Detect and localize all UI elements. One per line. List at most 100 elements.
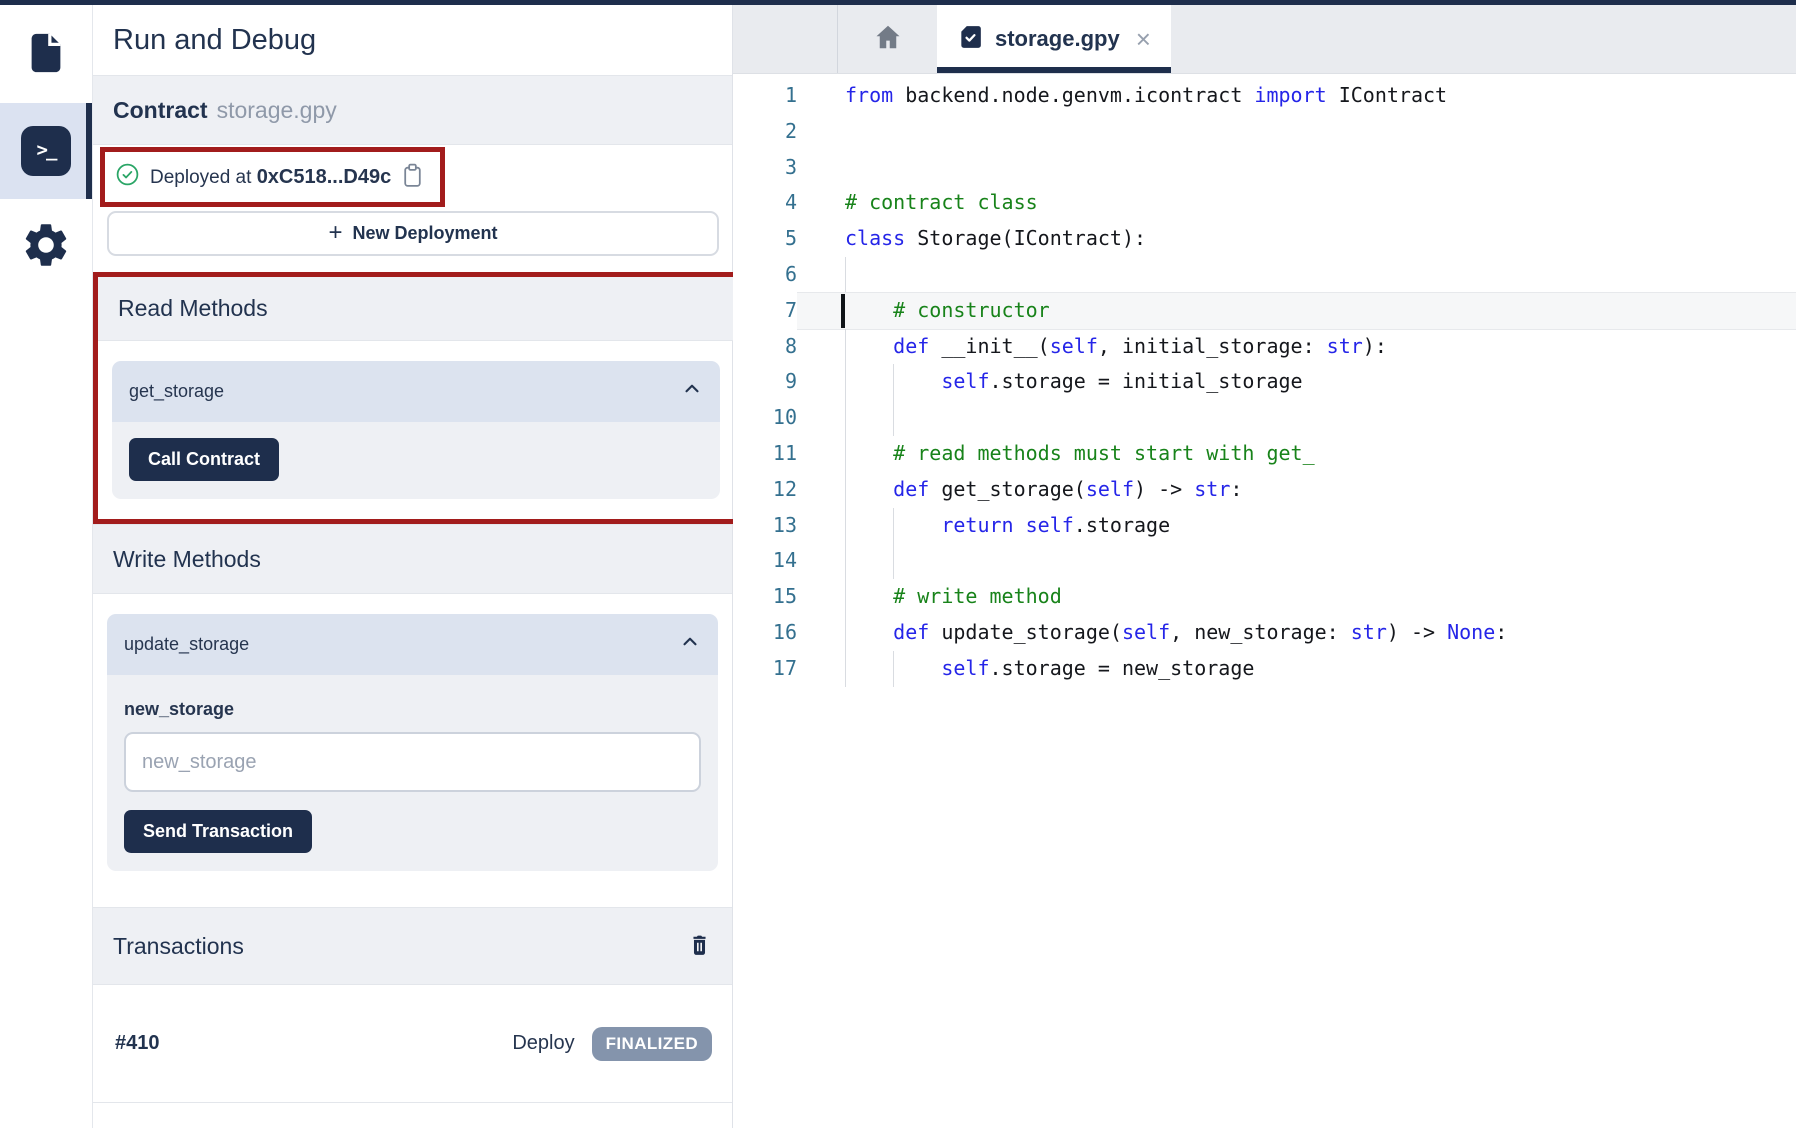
tab-label: storage.gpy xyxy=(995,26,1120,52)
line-content[interactable]: def get_storage(self) -> str: xyxy=(797,472,1796,508)
annotation-box-read-methods: Read Methods get_storage Call Contract xyxy=(93,272,739,524)
code-line[interactable]: 8 def __init__(self, initial_storage: st… xyxy=(733,329,1796,365)
method-name: update_storage xyxy=(124,634,249,655)
transaction-type: Deploy xyxy=(512,1032,574,1055)
code-line[interactable]: 4# contract class xyxy=(733,185,1796,221)
status-badge: FINALIZED xyxy=(592,1027,712,1061)
indent-guide xyxy=(845,400,846,436)
line-number: 2 xyxy=(733,114,797,150)
indent-guide xyxy=(845,508,846,544)
read-methods-title: Read Methods xyxy=(118,295,268,322)
code-line[interactable]: 9 self.storage = initial_storage xyxy=(733,364,1796,400)
line-content[interactable] xyxy=(797,543,1796,579)
line-number: 14 xyxy=(733,543,797,579)
new-storage-input[interactable] xyxy=(124,732,701,792)
deployment-status-row: Deployed at 0xC518...D49c xyxy=(93,145,732,209)
copy-address-button[interactable] xyxy=(401,163,424,191)
code-line[interactable]: 15 # write method xyxy=(733,579,1796,615)
line-content[interactable] xyxy=(797,400,1796,436)
line-content[interactable]: from backend.node.genvm.icontract import… xyxy=(797,78,1796,114)
line-content[interactable]: # write method xyxy=(797,579,1796,615)
code-line[interactable]: 2 xyxy=(733,114,1796,150)
line-content[interactable] xyxy=(797,114,1796,150)
clear-transactions-button[interactable] xyxy=(687,931,712,961)
code-line[interactable]: 10 xyxy=(733,400,1796,436)
contract-label: Contract xyxy=(113,97,208,124)
transactions-title: Transactions xyxy=(113,933,244,960)
rail-item-terminal[interactable]: >_ xyxy=(0,103,92,199)
transaction-row[interactable]: #410 Deploy FINALIZED xyxy=(93,985,732,1103)
code-line[interactable]: 1from backend.node.genvm.icontract impor… xyxy=(733,78,1796,114)
new-deployment-button[interactable]: + New Deployment xyxy=(107,211,719,256)
line-number: 13 xyxy=(733,508,797,544)
chevron-up-icon xyxy=(679,631,701,658)
line-content[interactable]: class Storage(IContract): xyxy=(797,221,1796,257)
deployed-at-text: Deployed at 0xC518...D49c xyxy=(150,166,391,189)
line-number: 12 xyxy=(733,472,797,508)
indent-guide xyxy=(845,329,846,365)
code-area[interactable]: 1from backend.node.genvm.icontract impor… xyxy=(733,74,1796,687)
indent-guide xyxy=(845,257,846,293)
code-line[interactable]: 14 xyxy=(733,543,1796,579)
tab-storage-gpy[interactable]: storage.gpy × xyxy=(937,5,1171,73)
editor-tab-bar: storage.gpy × xyxy=(733,5,1796,74)
method-header-get-storage[interactable]: get_storage xyxy=(112,361,720,422)
indent-guide xyxy=(845,651,846,687)
line-content[interactable]: self.storage = new_storage xyxy=(797,651,1796,687)
line-content[interactable]: # contract class xyxy=(797,185,1796,221)
line-content[interactable]: # read methods must start with get_ xyxy=(797,436,1796,472)
write-methods-header: Write Methods xyxy=(93,524,732,594)
line-content[interactable]: # constructor xyxy=(797,293,1796,329)
line-content[interactable]: def update_storage(self, new_storage: st… xyxy=(797,615,1796,651)
editor-panel: storage.gpy × 1from backend.node.genvm.i… xyxy=(733,5,1796,1128)
indent-guide xyxy=(893,651,894,687)
read-methods-header: Read Methods xyxy=(98,277,734,341)
indent-guide xyxy=(893,543,894,579)
text-cursor xyxy=(841,294,845,328)
file-icon xyxy=(23,30,69,81)
line-content[interactable]: self.storage = initial_storage xyxy=(797,364,1796,400)
line-number: 11 xyxy=(733,436,797,472)
indent-guide xyxy=(845,579,846,615)
file-check-icon xyxy=(957,24,983,55)
transaction-id: #410 xyxy=(115,1032,160,1055)
line-content[interactable]: def __init__(self, initial_storage: str)… xyxy=(797,329,1796,365)
transactions-header: Transactions xyxy=(93,907,732,985)
code-line[interactable]: 12 def get_storage(self) -> str: xyxy=(733,472,1796,508)
call-contract-button[interactable]: Call Contract xyxy=(129,438,279,481)
code-line[interactable]: 6 xyxy=(733,257,1796,293)
send-transaction-button[interactable]: Send Transaction xyxy=(124,810,312,853)
code-line[interactable]: 17 self.storage = new_storage xyxy=(733,651,1796,687)
code-line[interactable]: 11 # read methods must start with get_ xyxy=(733,436,1796,472)
indent-guide xyxy=(893,508,894,544)
rail-item-files[interactable] xyxy=(0,19,92,91)
line-number: 1 xyxy=(733,78,797,114)
code-lines: 1from backend.node.genvm.icontract impor… xyxy=(733,78,1796,687)
code-line[interactable]: 3 xyxy=(733,150,1796,186)
tab-close-icon[interactable]: × xyxy=(1136,26,1151,52)
home-icon xyxy=(873,22,903,57)
code-line[interactable]: 5class Storage(IContract): xyxy=(733,221,1796,257)
line-content[interactable] xyxy=(797,150,1796,186)
method-name: get_storage xyxy=(129,381,224,402)
chevron-up-icon xyxy=(681,378,703,405)
check-circle-icon xyxy=(115,162,140,192)
line-number: 16 xyxy=(733,615,797,651)
code-line[interactable]: 16 def update_storage(self, new_storage:… xyxy=(733,615,1796,651)
clipboard-icon xyxy=(401,163,424,191)
annotation-box-deployed: Deployed at 0xC518...D49c xyxy=(100,147,445,207)
line-content[interactable]: return self.storage xyxy=(797,508,1796,544)
indent-guide xyxy=(845,472,846,508)
terminal-icon: >_ xyxy=(21,126,71,176)
rail-item-settings[interactable] xyxy=(0,211,92,283)
app-root: >_ Run and Debug Contract storage.gpy De… xyxy=(0,5,1796,1128)
code-line[interactable]: 7 # constructor xyxy=(733,293,1796,329)
method-header-update-storage[interactable]: update_storage xyxy=(107,614,718,675)
line-content[interactable] xyxy=(797,257,1796,293)
indent-guide xyxy=(845,436,846,472)
contract-address: 0xC518...D49c xyxy=(257,166,392,188)
contract-filename: storage.gpy xyxy=(217,97,337,124)
code-line[interactable]: 13 return self.storage xyxy=(733,508,1796,544)
home-button[interactable] xyxy=(838,5,937,73)
indent-guide xyxy=(845,615,846,651)
